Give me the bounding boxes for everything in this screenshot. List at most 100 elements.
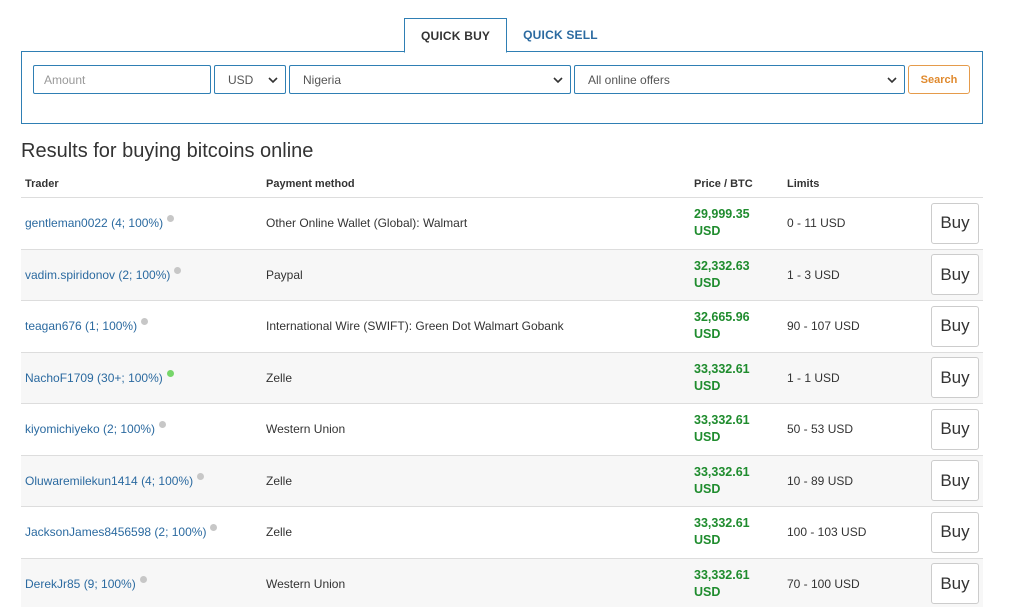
tab-quick-sell[interactable]: QUICK SELL — [507, 17, 614, 52]
trader-link[interactable]: teagan676 (1; 100%) — [25, 319, 137, 333]
results-table: Trader Payment method Price / BTC Limits… — [21, 171, 983, 607]
status-dot-icon — [197, 472, 205, 480]
price-cell: 32,665.96 USD — [694, 309, 787, 343]
trader-cell: vadim.spiridonov (2; 100%) — [21, 266, 266, 282]
status-dot-icon — [210, 524, 218, 532]
price-currency: USD — [694, 224, 721, 239]
status-dot-icon — [141, 318, 149, 326]
payment-method: Zelle — [266, 370, 293, 385]
country-value: Nigeria — [303, 72, 342, 87]
buy-button[interactable]: Buy — [931, 460, 979, 502]
trader-link[interactable]: Oluwaremilekun1414 (4; 100%) — [25, 474, 193, 488]
trader-link[interactable]: JacksonJames8456598 (2; 100%) — [25, 525, 206, 539]
buy-button[interactable]: Buy — [931, 408, 979, 450]
payment-method: Zelle — [266, 473, 293, 488]
price-cell: 33,332.61 USD — [694, 361, 787, 395]
header-payment: Payment method — [266, 178, 355, 190]
price-cell: 33,332.61 USD — [694, 515, 787, 549]
price-currency: USD — [694, 275, 721, 290]
payment-method: Paypal — [266, 267, 303, 282]
price-value: 33,332.61 — [694, 567, 750, 582]
price-value: 29,999.35 — [694, 207, 750, 222]
country-select[interactable]: Nigeria — [289, 65, 571, 94]
action-cell: Buy — [927, 305, 983, 347]
header-trader: Trader — [25, 178, 59, 190]
status-dot-icon — [159, 421, 167, 429]
price-cell: 29,999.35 USD — [694, 206, 787, 240]
trader-link[interactable]: NachoF1709 (30+; 100%) — [25, 371, 163, 385]
price-value: 33,332.61 — [694, 413, 750, 428]
price-value: 32,665.96 — [694, 310, 750, 325]
trader-cell: NachoF1709 (30+; 100%) — [21, 369, 266, 385]
limits-value: 70 - 100 USD — [787, 576, 860, 591]
action-cell: Buy — [927, 408, 983, 450]
trader-cell: JacksonJames8456598 (2; 100%) — [21, 524, 266, 539]
trade-tabs: QUICK BUY QUICK SELL — [404, 17, 614, 53]
trader-link[interactable]: gentleman0022 (4; 100%) — [25, 216, 163, 230]
chevron-down-icon — [553, 77, 563, 84]
table-row: teagan676 (1; 100%) International Wire (S… — [21, 301, 983, 353]
action-cell: Buy — [927, 254, 983, 296]
trader-cell: kiyomichiyeko (2; 100%) — [21, 421, 266, 436]
price-currency: USD — [694, 430, 721, 445]
currency-value: USD — [228, 72, 254, 87]
price-value: 33,332.61 — [694, 516, 750, 531]
table-body: gentleman0022 (4; 100%) Other Online Wall… — [21, 198, 983, 607]
limits-value: 50 - 53 USD — [787, 422, 854, 437]
buy-button[interactable]: Buy — [931, 357, 979, 399]
payment-method: Other Online Wallet (Global): Walmart — [266, 216, 468, 231]
table-row: Oluwaremilekun1414 (4; 100%) Zelle 33,332.… — [21, 455, 983, 507]
buy-button[interactable]: Buy — [931, 202, 979, 244]
trader-cell: DerekJr85 (9; 100%) — [21, 575, 266, 591]
payment-method: Western Union — [266, 422, 346, 437]
trader-cell: teagan676 (1; 100%) — [21, 318, 266, 333]
table-row: JacksonJames8456598 (2; 100%) Zelle 33,332… — [21, 507, 983, 559]
price-currency: USD — [694, 584, 721, 599]
action-cell: Buy — [927, 202, 983, 244]
payment-method: International Wire (SWIFT): Green Dot Wa… — [266, 319, 564, 334]
currency-select[interactable]: USD — [214, 65, 286, 94]
amount-input[interactable]: Amount — [33, 65, 211, 94]
offers-select[interactable]: All online offers — [574, 65, 905, 94]
buy-button[interactable]: Buy — [931, 305, 979, 347]
buy-button[interactable]: Buy — [931, 511, 979, 553]
limits-value: 1 - 1 USD — [787, 370, 840, 385]
action-cell: Buy — [927, 460, 983, 502]
price-value: 33,332.61 — [694, 361, 750, 376]
price-cell: 33,332.61 USD — [694, 464, 787, 498]
payment-method: Zelle — [266, 525, 293, 540]
buy-button[interactable]: Buy — [931, 563, 979, 605]
table-header: Trader Payment method Price / BTC Limits — [21, 171, 983, 198]
tab-quick-buy[interactable]: QUICK BUY — [404, 18, 508, 53]
header-price: Price / BTC — [694, 178, 753, 190]
trader-link[interactable]: DerekJr85 (9; 100%) — [25, 577, 136, 591]
results-title: Results for buying bitcoins online — [21, 140, 314, 162]
price-cell: 33,332.61 USD — [694, 567, 787, 601]
status-dot-icon — [167, 215, 175, 223]
table-row: kiyomichiyeko (2; 100%) Western Union 33,3… — [21, 404, 983, 456]
chevron-down-icon — [268, 77, 278, 84]
action-cell: Buy — [927, 357, 983, 399]
search-panel: Amount USD Nigeria All online offers Sea… — [21, 51, 983, 124]
chevron-down-icon — [887, 77, 897, 84]
price-cell: 33,332.61 USD — [694, 412, 787, 446]
table-row: vadim.spiridonov (2; 100%) Paypal 32,332.6… — [21, 249, 983, 301]
price-currency: USD — [694, 378, 721, 393]
action-cell: Buy — [927, 511, 983, 553]
limits-value: 100 - 103 USD — [787, 525, 867, 540]
trader-link[interactable]: kiyomichiyeko (2; 100%) — [25, 422, 155, 436]
limits-value: 1 - 3 USD — [787, 267, 840, 282]
table-row: NachoF1709 (30+; 100%) Zelle 33,332.61 USD 1… — [21, 352, 983, 404]
price-cell: 32,332.63 USD — [694, 258, 787, 292]
action-cell: Buy — [927, 563, 983, 605]
limits-value: 90 - 107 USD — [787, 319, 860, 334]
trader-cell: gentleman0022 (4; 100%) — [21, 215, 266, 230]
price-currency: USD — [694, 327, 721, 342]
payment-method: Western Union — [266, 576, 346, 591]
trader-link[interactable]: vadim.spiridonov (2; 100%) — [25, 268, 170, 282]
trader-cell: Oluwaremilekun1414 (4; 100%) — [21, 472, 266, 488]
search-button[interactable]: Search — [908, 65, 970, 94]
table-row: gentleman0022 (4; 100%) Other Online Wall… — [21, 198, 983, 250]
limits-value: 0 - 11 USD — [787, 216, 846, 231]
buy-button[interactable]: Buy — [931, 254, 979, 296]
